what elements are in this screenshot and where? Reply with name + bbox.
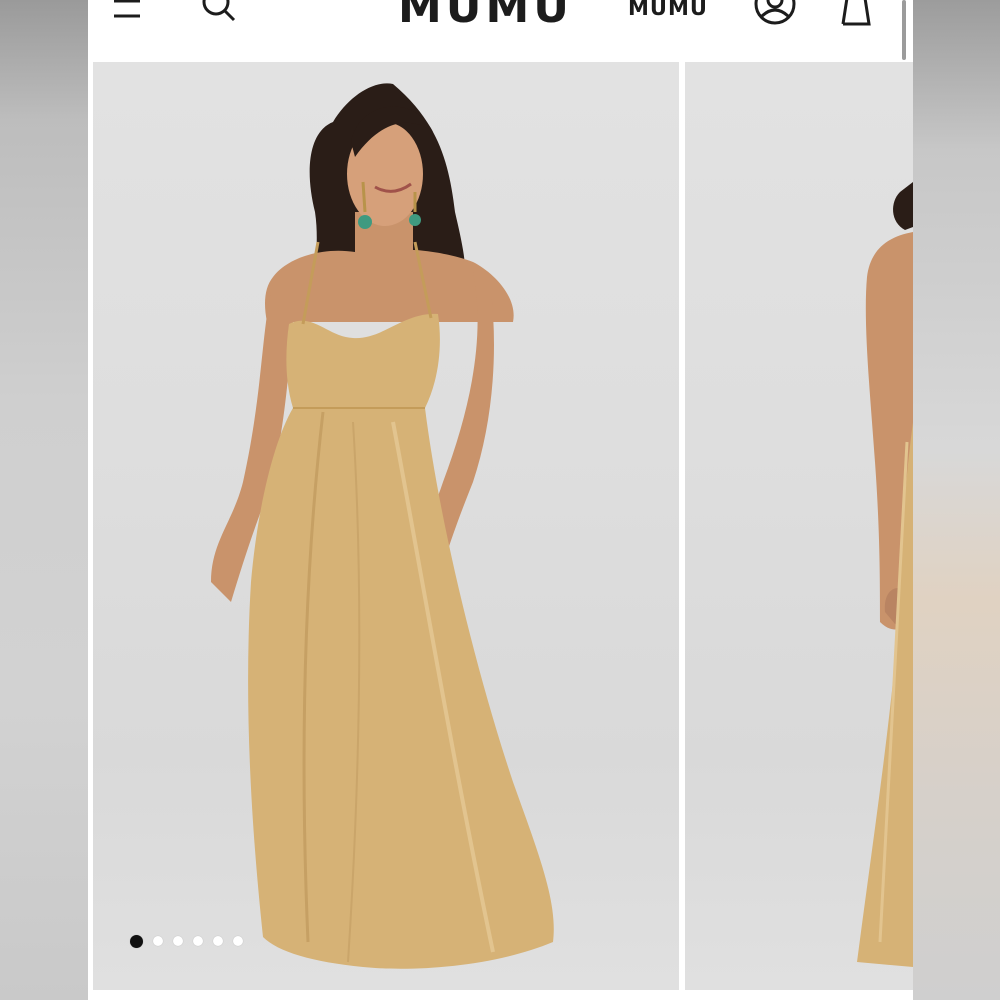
product-image-gallery[interactable] xyxy=(88,62,913,990)
scrollbar[interactable] xyxy=(902,0,906,60)
carousel-dot-4[interactable] xyxy=(193,936,203,946)
carousel-dot-5[interactable] xyxy=(213,936,223,946)
site-header: MUMU MUMU xyxy=(88,0,913,62)
menu-icon[interactable] xyxy=(112,0,142,22)
app-screen: MUMU MUMU xyxy=(88,0,913,1000)
brand-logo[interactable]: MUMU xyxy=(398,0,573,30)
account-icon[interactable] xyxy=(752,0,798,26)
model-front-illustration xyxy=(211,83,554,969)
carousel-dot-2[interactable] xyxy=(153,936,163,946)
carousel-pagination xyxy=(130,934,243,948)
search-icon[interactable] xyxy=(196,0,242,24)
blurred-background-right xyxy=(913,0,1000,1000)
brand-logo-secondary[interactable]: MUMU xyxy=(628,0,708,19)
page-bottom-edge xyxy=(88,990,913,1000)
product-photo-front[interactable] xyxy=(93,62,679,990)
model-back-illustration xyxy=(857,182,913,967)
shopping-bag-icon[interactable] xyxy=(833,0,879,30)
product-photo-back[interactable] xyxy=(685,62,913,990)
blurred-background-left xyxy=(0,0,88,1000)
carousel-dot-1[interactable] xyxy=(130,934,143,948)
carousel-dot-6[interactable] xyxy=(233,936,243,946)
carousel-dot-3[interactable] xyxy=(173,936,183,946)
